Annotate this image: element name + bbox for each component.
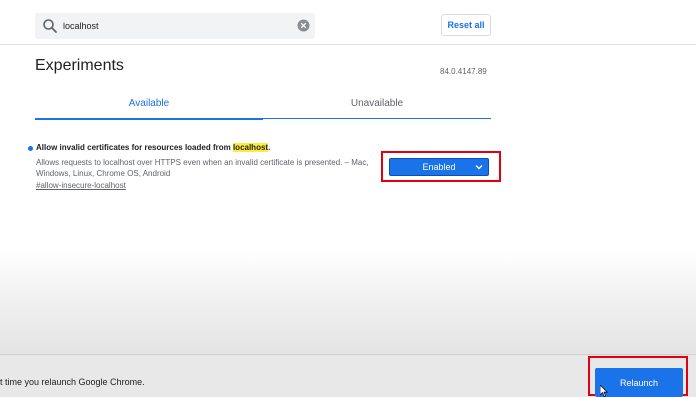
experiment-description: Allows requests to localhost over HTTPS …: [36, 158, 369, 178]
experiment-title-highlight: localhost: [232, 143, 269, 152]
selected-option: Enabled: [422, 162, 456, 172]
experiment-permalink[interactable]: #allow-insecure-localhost: [36, 181, 126, 190]
relaunch-button[interactable]: Relaunch: [595, 368, 683, 397]
mouse-cursor-icon: [600, 385, 608, 397]
experiment-state-select[interactable]: Enabled: [389, 158, 489, 176]
tab-unavailable[interactable]: Unavailable: [263, 88, 491, 118]
experiment-title: Allow invalid certificates for resources…: [36, 143, 270, 152]
reset-all-button[interactable]: Reset all: [441, 14, 491, 36]
clear-icon[interactable]: [297, 19, 310, 32]
active-tab-indicator: [35, 118, 263, 120]
search-box[interactable]: [35, 13, 315, 39]
experiment-title-suffix: .: [268, 143, 271, 152]
chrome-flags-page: Reset all Experiments 84.0.4147.89 Avail…: [0, 0, 696, 397]
version-label: 84.0.4147.89: [440, 67, 487, 76]
tab-available[interactable]: Available: [35, 88, 263, 118]
flags-header: Reset all: [0, 0, 696, 45]
search-input[interactable]: [63, 16, 293, 36]
chevron-down-icon: [475, 165, 483, 170]
relaunch-message: t time you relaunch Google Chrome.: [0, 377, 145, 387]
experiment-title-prefix: Allow invalid certificates for resources…: [36, 143, 233, 152]
experiment-modified-dot: [28, 146, 33, 151]
search-icon: [43, 19, 57, 33]
page-title: Experiments: [35, 57, 124, 74]
tab-bar: Available Unavailable: [35, 88, 491, 120]
background-fade: [0, 250, 696, 354]
